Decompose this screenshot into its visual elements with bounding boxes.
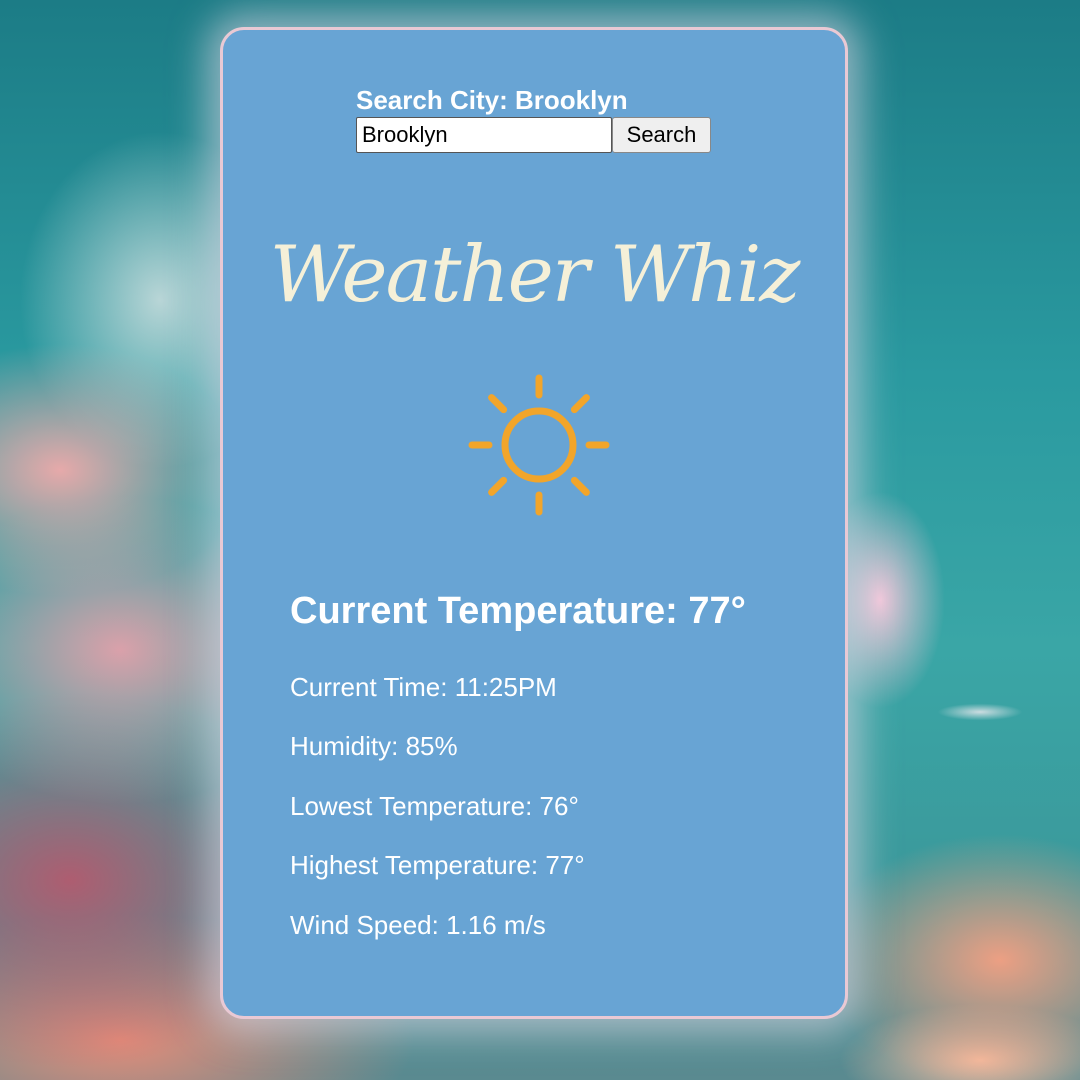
search-city-label: Search City: Brooklyn [356, 85, 628, 115]
current-temperature: Current Temperature: 77° [290, 590, 746, 632]
search-form: Search [356, 117, 711, 153]
lowest-temperature: Lowest Temperature: 76° [290, 791, 579, 821]
app-title: Weather Whiz [269, 230, 801, 320]
search-button[interactable]: Search [612, 117, 711, 153]
weather-card: Search City: Brooklyn Search Weather Whi… [220, 27, 848, 1019]
sun-icon [468, 374, 610, 516]
humidity: Humidity: 85% [290, 731, 458, 761]
wind-speed: Wind Speed: 1.16 m/s [290, 910, 546, 940]
city-search-input[interactable] [356, 117, 612, 153]
highest-temperature: Highest Temperature: 77° [290, 850, 585, 880]
current-time: Current Time: 11:25PM [290, 672, 557, 702]
